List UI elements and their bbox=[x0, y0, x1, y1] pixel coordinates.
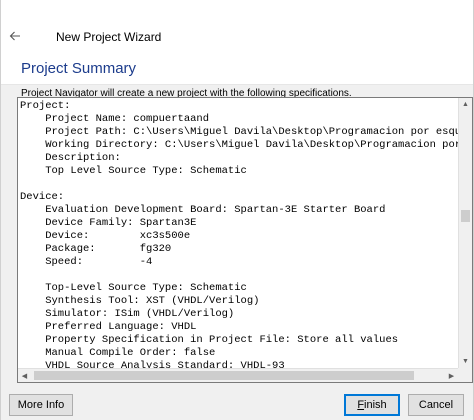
summary-line: Synthesis Tool: XST (VHDL/Verilog) bbox=[20, 295, 260, 307]
summary-line bbox=[20, 178, 458, 191]
summary-line: Property Specification in Project File: … bbox=[20, 334, 399, 346]
summary-line: Project: bbox=[20, 100, 71, 112]
summary-line: VHDL Source Analysis Standard: VHDL-93 bbox=[20, 360, 285, 368]
summary-line: Package: fg320 bbox=[20, 243, 172, 255]
summary-line: Simulator: ISim (VHDL/Verilog) bbox=[20, 308, 235, 320]
finish-label: inish bbox=[364, 399, 387, 411]
summary-line: Speed: -4 bbox=[20, 256, 153, 268]
scroll-down-icon[interactable]: ▼ bbox=[459, 355, 472, 368]
back-arrow-icon-svg bbox=[9, 31, 20, 41]
back-arrow-icon[interactable] bbox=[7, 28, 23, 44]
cancel-button[interactable]: Cancel bbox=[408, 394, 464, 416]
vertical-scrollbar[interactable]: ▲ ▼ bbox=[458, 98, 472, 368]
vertical-scroll-thumb[interactable] bbox=[461, 210, 470, 222]
finish-button[interactable]: Finish bbox=[344, 394, 400, 416]
scroll-up-icon[interactable]: ▲ bbox=[459, 98, 472, 111]
summary-line: Project Path: C:\Users\Miguel Davila\Des… bbox=[20, 126, 458, 138]
horizontal-scrollbar[interactable]: ◀ ▶ bbox=[18, 368, 458, 382]
summary-line: Description: bbox=[20, 152, 121, 164]
summary-line: Device: bbox=[20, 191, 65, 203]
summary-line: Device: xc3s500e bbox=[20, 230, 191, 242]
summary-line bbox=[20, 269, 458, 282]
summary-line: Manual Compile Order: false bbox=[20, 347, 216, 359]
summary-line: Working Directory: C:\Users\Miguel Davil… bbox=[20, 139, 458, 151]
scroll-left-icon[interactable]: ◀ bbox=[18, 369, 31, 382]
scroll-right-icon[interactable]: ▶ bbox=[445, 369, 458, 382]
new-project-wizard-window: New Project Wizard Project Summary Proje… bbox=[0, 0, 474, 420]
horizontal-scroll-thumb[interactable] bbox=[34, 371, 414, 380]
summary-line: Top-Level Source Type: Schematic bbox=[20, 282, 247, 294]
more-info-button[interactable]: More Info bbox=[9, 394, 73, 416]
project-summary-textbox[interactable]: Project: Project Name: compuertaand Proj… bbox=[17, 97, 473, 383]
finish-mnemonic: F bbox=[357, 399, 365, 411]
summary-line: Preferred Language: VHDL bbox=[20, 321, 197, 333]
summary-line: Evaluation Development Board: Spartan-3E… bbox=[20, 204, 386, 216]
window-title: New Project Wizard bbox=[56, 30, 162, 44]
summary-line: Device Family: Spartan3E bbox=[20, 217, 197, 229]
title-bar: New Project Wizard bbox=[1, 0, 473, 56]
summary-line: Top Level Source Type: Schematic bbox=[20, 165, 247, 177]
page-title: Project Summary bbox=[21, 60, 137, 77]
summary-line: Project Name: compuertaand bbox=[20, 113, 210, 125]
summary-text: Project: Project Name: compuertaand Proj… bbox=[20, 100, 458, 368]
scroll-corner bbox=[458, 368, 472, 382]
